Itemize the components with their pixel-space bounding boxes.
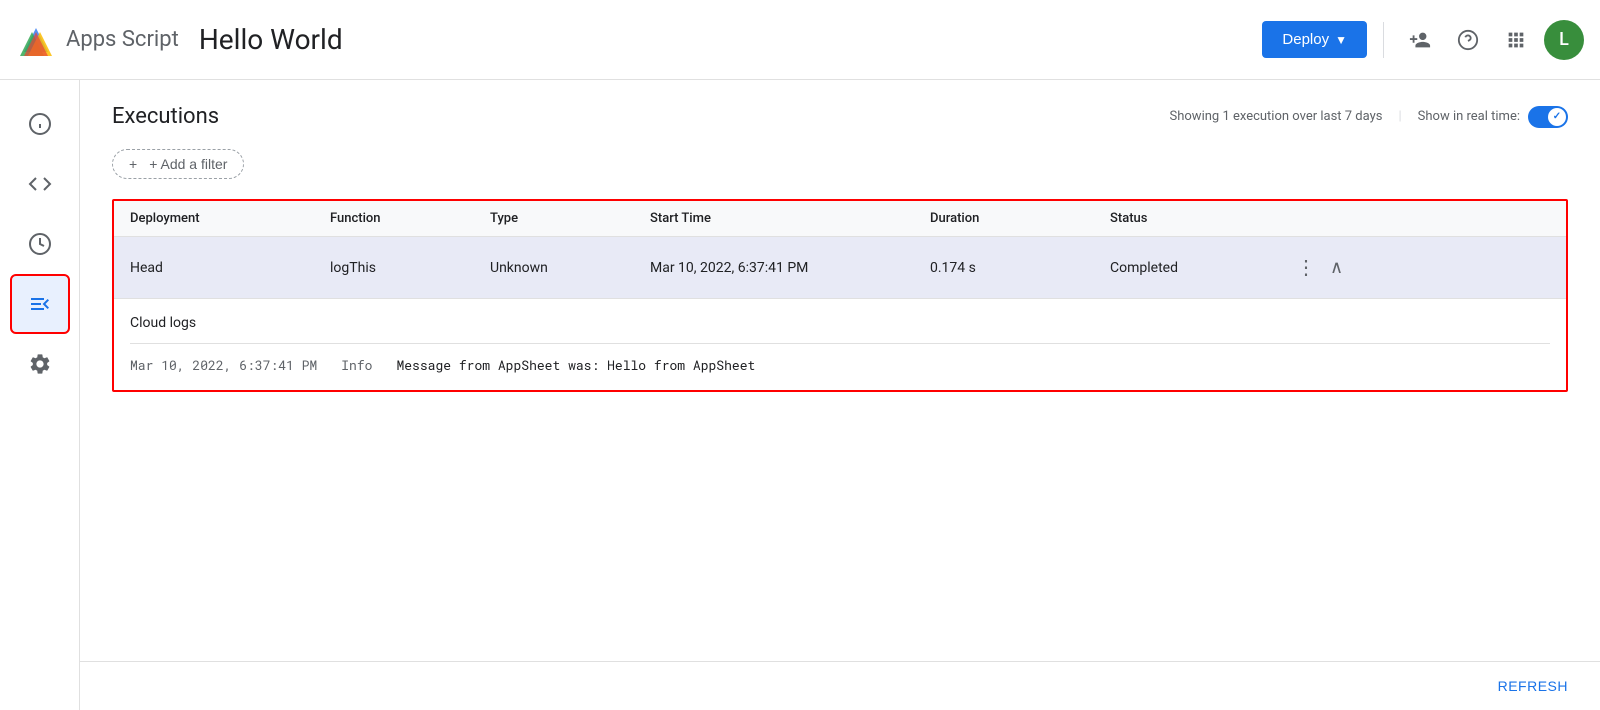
toggle-thumb: ✓	[1548, 108, 1566, 126]
add-filter-plus-icon: +	[129, 156, 137, 172]
sidebar-item-overview[interactable]	[12, 96, 68, 152]
col-status: Status	[1110, 211, 1290, 226]
project-name-label: Hello World	[199, 23, 343, 56]
content-area: Executions Showing 1 execution over last…	[80, 80, 1600, 710]
app-name-label: Apps Script	[66, 27, 179, 52]
content-footer: REFRESH	[80, 661, 1600, 710]
cell-function: logThis	[330, 260, 490, 276]
clock-icon	[28, 232, 52, 256]
log-level: Info	[341, 356, 372, 374]
col-deployment: Deployment	[130, 211, 330, 226]
col-type: Type	[490, 211, 650, 226]
col-function: Function	[330, 211, 490, 226]
col-actions	[1290, 211, 1350, 226]
realtime-toggle-area: Show in real time: ✓	[1418, 106, 1568, 128]
executions-content: Executions Showing 1 execution over last…	[80, 80, 1600, 661]
add-person-icon	[1409, 29, 1431, 51]
realtime-toggle[interactable]: ✓	[1528, 106, 1568, 128]
sidebar-item-executions[interactable]	[12, 276, 68, 332]
cell-duration: 0.174 s	[930, 260, 1110, 276]
pipe-divider: |	[1398, 109, 1401, 124]
cloud-logs-section: Cloud logs Mar 10, 2022, 6:37:41 PM Info…	[114, 299, 1566, 390]
add-filter-button[interactable]: + + Add a filter	[112, 149, 244, 179]
toggle-check-icon: ✓	[1553, 111, 1561, 122]
user-avatar[interactable]: L	[1544, 20, 1584, 60]
sidebar	[0, 80, 80, 710]
sidebar-item-editor[interactable]	[12, 156, 68, 212]
sidebar-item-settings[interactable]	[12, 336, 68, 392]
cell-deployment: Head	[130, 260, 330, 276]
google-apps-button[interactable]	[1496, 20, 1536, 60]
deploy-button[interactable]: Deploy ▼	[1262, 21, 1367, 58]
main-layout: Executions Showing 1 execution over last…	[0, 80, 1600, 710]
sidebar-item-triggers[interactable]	[12, 216, 68, 272]
cloud-logs-title: Cloud logs	[130, 315, 1550, 331]
row-actions: ⋮ ∧	[1290, 253, 1350, 282]
executions-table-container: Deployment Function Type Start Time Dura…	[112, 199, 1568, 392]
table-header-row: Deployment Function Type Start Time Dura…	[114, 201, 1566, 237]
cell-type: Unknown	[490, 260, 650, 276]
page-title: Executions	[112, 104, 219, 129]
deploy-chevron-icon: ▼	[1335, 33, 1347, 47]
showing-info-text: Showing 1 execution over last 7 days	[1170, 109, 1383, 124]
cell-status: Completed	[1110, 260, 1290, 276]
add-collaborator-button[interactable]	[1400, 20, 1440, 60]
help-icon	[1457, 29, 1479, 51]
content-header: Executions Showing 1 execution over last…	[112, 104, 1568, 129]
refresh-button[interactable]: REFRESH	[1498, 678, 1568, 694]
table-row: Head logThis Unknown Mar 10, 2022, 6:37:…	[114, 237, 1566, 299]
log-message: Message from AppSheet was: Hello from Ap…	[396, 356, 755, 374]
app-header: Apps Script Hello World Deploy ▼ L	[0, 0, 1600, 80]
log-divider	[130, 343, 1550, 344]
add-filter-label: + Add a filter	[149, 156, 227, 172]
cell-start-time: Mar 10, 2022, 6:37:41 PM	[650, 260, 930, 276]
filter-bar: + + Add a filter	[112, 149, 1568, 179]
realtime-label: Show in real time:	[1418, 109, 1520, 124]
collapse-icon[interactable]: ∧	[1330, 257, 1343, 278]
logo-area: Apps Script	[16, 20, 199, 60]
apps-script-logo-icon	[16, 20, 56, 60]
header-actions: Deploy ▼ L	[1262, 20, 1584, 60]
col-start-time: Start Time	[650, 211, 930, 226]
more-options-button[interactable]: ⋮	[1290, 253, 1322, 282]
settings-icon	[28, 352, 52, 376]
grid-icon	[1505, 29, 1527, 51]
header-info-area: Showing 1 execution over last 7 days | S…	[1170, 106, 1568, 128]
info-icon	[28, 112, 52, 136]
help-button[interactable]	[1448, 20, 1488, 60]
log-timestamp: Mar 10, 2022, 6:37:41 PM	[130, 356, 317, 374]
header-divider	[1383, 22, 1384, 58]
code-icon	[28, 172, 52, 196]
executions-icon	[28, 292, 52, 316]
log-entry: Mar 10, 2022, 6:37:41 PM Info Message fr…	[130, 356, 1550, 374]
col-duration: Duration	[930, 211, 1110, 226]
